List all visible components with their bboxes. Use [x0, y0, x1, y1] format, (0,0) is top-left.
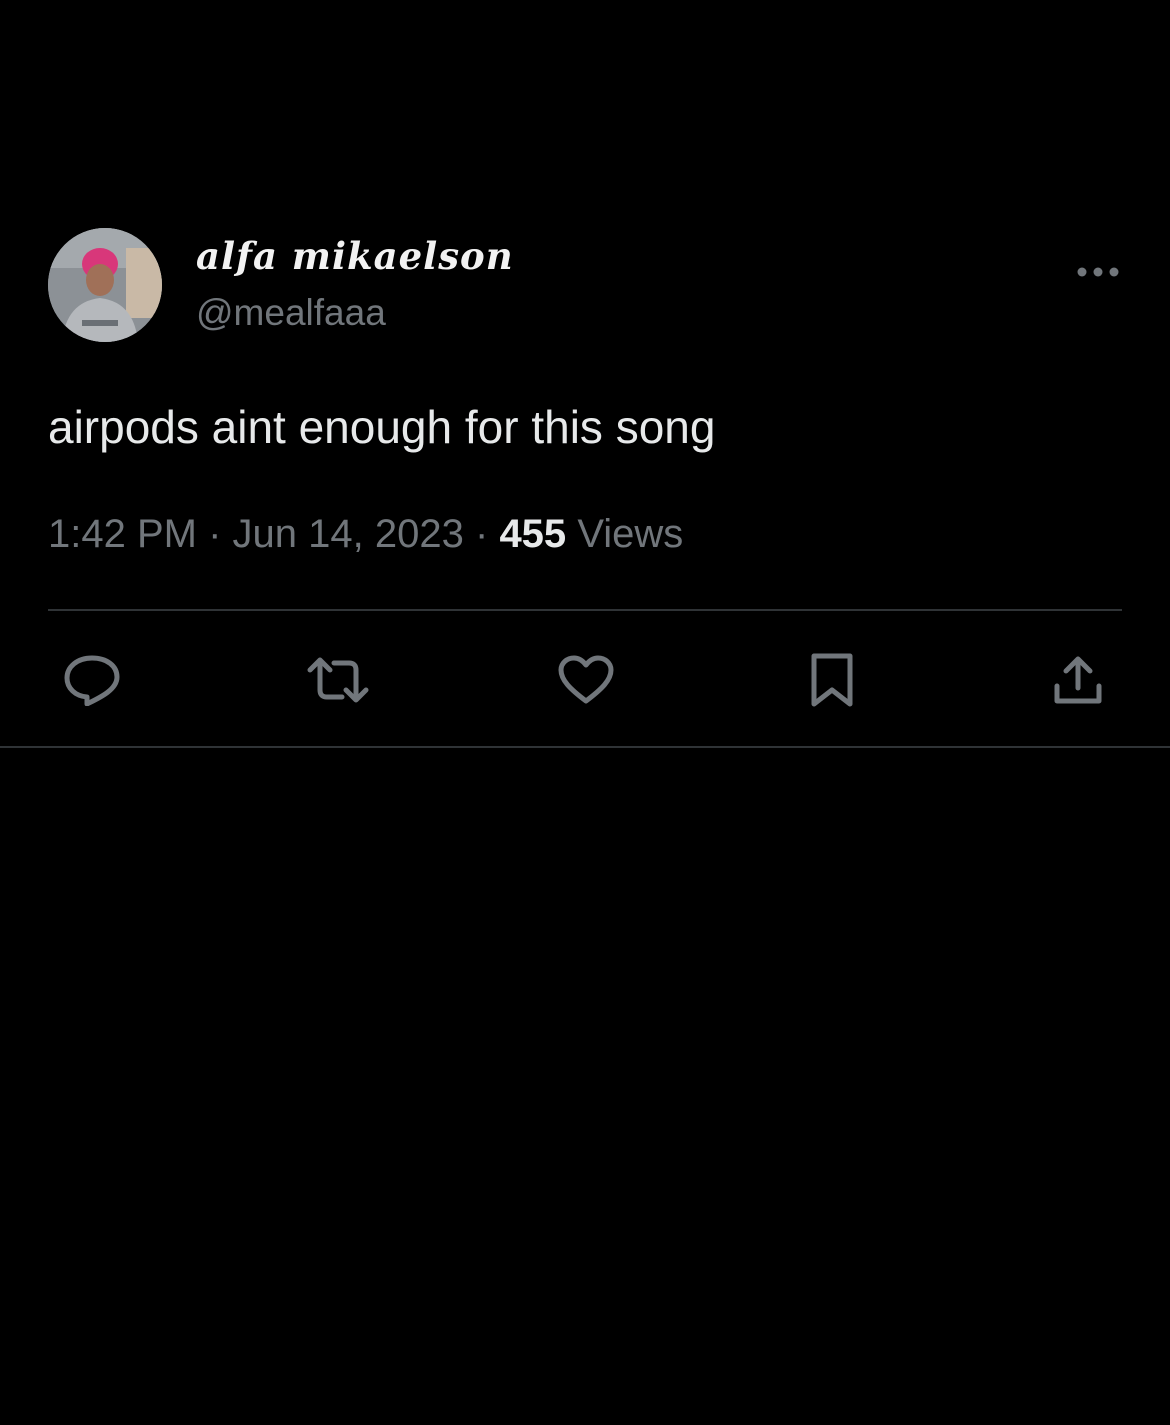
- share-icon: [1054, 656, 1102, 704]
- avatar[interactable]: [48, 228, 162, 342]
- tweet-text: airpods aint enough for this song: [48, 401, 716, 453]
- retweet-icon: [307, 657, 369, 703]
- divider: [0, 746, 1170, 748]
- tweet-time[interactable]: 1:42 PM: [48, 512, 197, 556]
- more-horizontal-icon: [1077, 267, 1119, 277]
- bookmark-icon: [811, 653, 853, 707]
- retweet-button[interactable]: [306, 648, 370, 712]
- reply-button[interactable]: [60, 648, 124, 712]
- views-count: 455: [499, 512, 567, 556]
- more-options-button[interactable]: [1068, 252, 1128, 292]
- avatar-image: [48, 228, 162, 342]
- bookmark-button[interactable]: [800, 648, 864, 712]
- share-button[interactable]: [1046, 648, 1110, 712]
- reply-icon: [64, 655, 120, 706]
- tweet-date[interactable]: Jun 14, 2023: [233, 512, 464, 556]
- tweet-meta: 1:42 PM · Jun 14, 2023 · 455 Views: [48, 512, 683, 557]
- like-button[interactable]: [554, 648, 618, 712]
- views-label: Views: [577, 512, 684, 556]
- author-display-name[interactable]: alfa mikaelson: [196, 234, 514, 278]
- author-handle[interactable]: @mealfaaa: [196, 292, 386, 334]
- divider: [48, 609, 1122, 611]
- tweet-detail: alfa mikaelson @mealfaaa airpods aint en…: [0, 0, 1170, 1425]
- heart-icon: [558, 655, 614, 704]
- meta-separator: ·: [208, 512, 222, 556]
- meta-separator: ·: [474, 512, 489, 556]
- action-bar: [48, 648, 1122, 712]
